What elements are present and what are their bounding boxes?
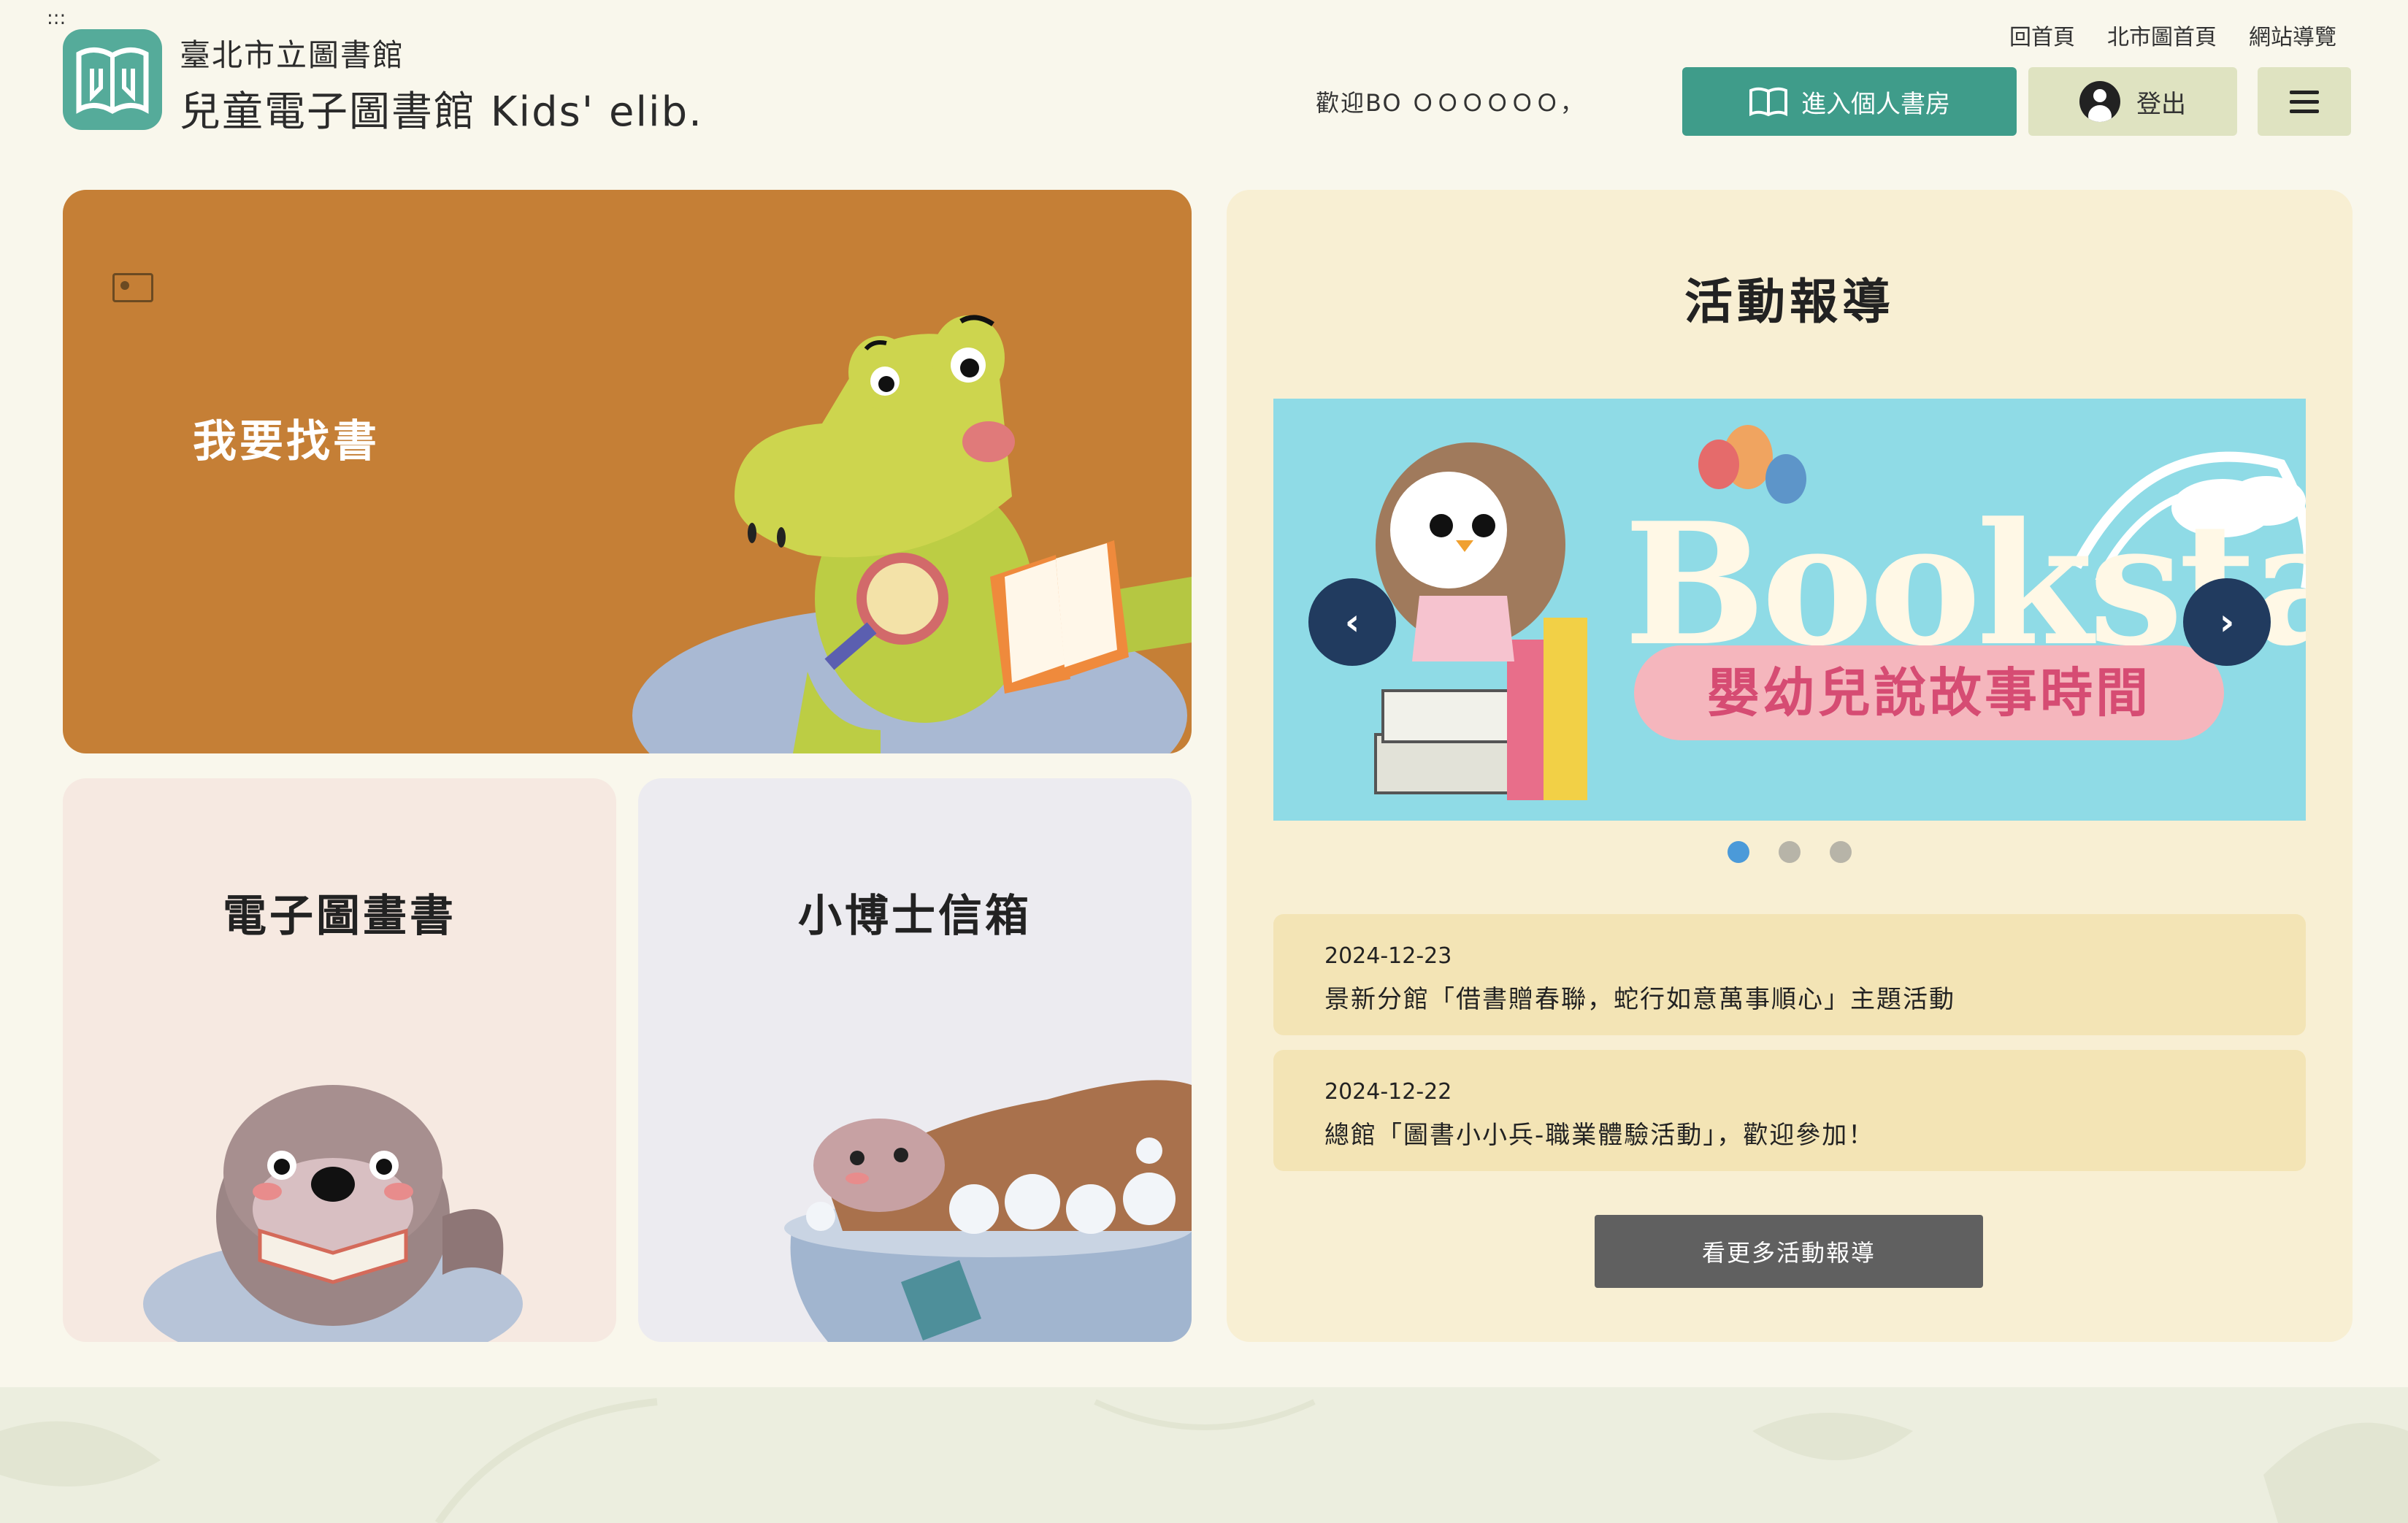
chevron-right-icon[interactable]: › [2183,578,2271,666]
footer-decoration [0,1387,2408,1523]
platypus-illustration [784,1080,1192,1342]
news-heading: 活動報導 [1684,274,1895,330]
picture-books-card[interactable]: 電子圖畫書 [63,778,616,1342]
personal-bookroom-button[interactable]: 進入個人書房 [1682,67,2017,136]
top-links: 回首頁 北市圖首頁 網站導覽 [2009,19,2336,51]
open-book-icon [1749,87,1787,117]
user-avatar-icon [2079,81,2120,122]
mailbox-card[interactable]: 小博士信箱 [638,778,1192,1342]
news-date: 2024-12-23 [1324,943,1452,969]
picture-books-label: 電子圖畫書 [223,891,456,942]
carousel-dot-3[interactable] [1830,841,1852,863]
mailbox-label: 小博士信箱 [798,891,1032,942]
chevron-left-icon[interactable]: ‹ [1308,578,1396,666]
logo-icon[interactable] [63,29,162,130]
link-home[interactable]: 回首頁 [2009,19,2075,51]
logout-label: 登出 [2136,89,2186,119]
leaf-decoration [0,1398,2408,1523]
accessibility-anchor[interactable]: ::: [47,7,66,29]
news-item[interactable]: 2024-12-22 總館「圖書小小兵-職業體驗活動」，歡迎參加！ [1273,1050,2306,1171]
find-books-card[interactable]: 我要找書 [63,190,1192,753]
carousel-dot-1[interactable] [1728,841,1749,863]
hamburger-menu-icon[interactable] [2258,67,2351,136]
link-sitemap[interactable]: 網站導覽 [2249,19,2336,51]
link-tpml-home[interactable]: 北市圖首頁 [2107,19,2217,51]
news-date: 2024-12-22 [1324,1079,1452,1105]
carousel-slide[interactable]: Bookstart 嬰幼兒說故事時間 [1273,399,2306,821]
news-title: 景新分館「借書贈春聯，蛇行如意萬事順心」主題活動 [1324,985,1955,1014]
personal-bookroom-label: 進入個人書房 [1801,89,1950,119]
find-books-label: 我要找書 [193,416,380,467]
image-icon [112,273,153,302]
org-name: 臺北市立圖書館 [180,37,405,73]
more-news-button[interactable]: 看更多活動報導 [1595,1215,1983,1288]
carousel-dot-2[interactable] [1779,841,1801,863]
carousel-dots [1227,841,2353,863]
news-panel: 活動報導 Bookstart 嬰幼兒說故事時間 ‹ › [1227,190,2353,1342]
news-item[interactable]: 2024-12-23 景新分館「借書贈春聯，蛇行如意萬事順心」主題活動 [1273,914,2306,1035]
crocodile-illustration [632,315,1192,753]
news-title: 總館「圖書小小兵-職業體驗活動」，歡迎參加！ [1324,1121,1875,1150]
logout-button[interactable]: 登出 [2028,67,2237,136]
otter-illustration [143,1085,523,1342]
site-name[interactable]: 兒童電子圖書館 Kids' elib. [180,79,703,138]
welcome-text: 歡迎BO ＯＯＯＯＯＯ， [1316,89,1585,117]
banner-subtitle: 嬰幼兒說故事時間 [1706,662,2151,724]
